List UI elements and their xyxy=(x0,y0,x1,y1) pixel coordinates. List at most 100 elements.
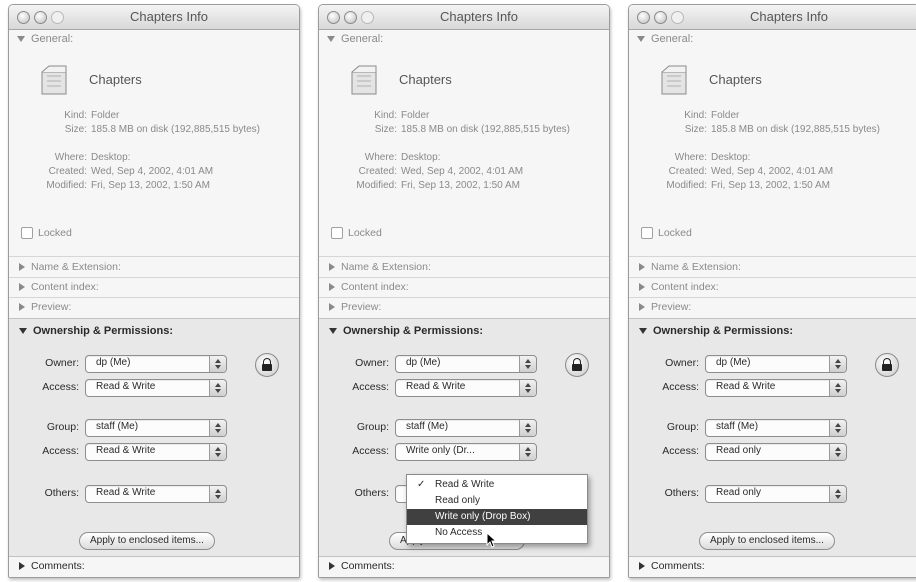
menu-item[interactable]: ✓ Read & Write xyxy=(407,477,587,493)
disclosure-right-icon[interactable] xyxy=(329,303,335,312)
locked-checkbox[interactable]: Locked xyxy=(331,227,382,240)
disclosure-right-icon[interactable] xyxy=(19,562,25,571)
others-label: Others: xyxy=(354,487,389,499)
popup-arrows-icon xyxy=(519,356,536,372)
locked-label: Locked xyxy=(348,227,382,239)
owner-label: Owner: xyxy=(355,357,389,369)
disclosure-down-icon[interactable] xyxy=(327,36,335,43)
group-access-popup[interactable]: Read & Write xyxy=(85,443,227,461)
title-bar[interactable]: Chapters Info xyxy=(9,5,299,30)
disclosure-right-icon[interactable] xyxy=(639,263,645,272)
owner-popup[interactable]: dp (Me) xyxy=(85,355,227,373)
permissions-disclosure[interactable]: Ownership & Permissions: xyxy=(19,325,173,337)
preview-disclosure[interactable]: Preview: xyxy=(639,301,691,313)
owner-access-label: Access: xyxy=(42,381,79,393)
lock-icon[interactable] xyxy=(565,353,589,377)
comments-disclosure[interactable]: Comments: xyxy=(9,556,299,577)
window-title: Chapters Info xyxy=(129,9,209,24)
disclosure-down-icon[interactable] xyxy=(17,36,25,43)
content-index-disclosure[interactable]: Content index: xyxy=(639,281,719,293)
disclosure-right-icon[interactable] xyxy=(329,263,335,272)
name-extension-disclosure[interactable]: Name & Extension: xyxy=(329,261,431,273)
apply-to-enclosed-button[interactable]: Apply to enclosed items... xyxy=(699,532,835,550)
title-bar[interactable]: Chapters Info xyxy=(319,5,609,30)
general-disclosure[interactable]: General: xyxy=(9,30,299,48)
general-header: General: xyxy=(341,33,384,45)
owner-access-popup[interactable]: Read & Write xyxy=(85,379,227,397)
group-popup[interactable]: staff (Me) xyxy=(705,419,847,437)
locked-checkbox[interactable]: Locked xyxy=(21,227,72,240)
disclosure-down-icon[interactable] xyxy=(637,36,645,43)
group-access-label: Access: xyxy=(42,445,79,457)
disclosure-right-icon[interactable] xyxy=(639,303,645,312)
checkbox-icon[interactable] xyxy=(331,227,343,240)
name-extension-disclosure[interactable]: Name & Extension: xyxy=(19,261,121,273)
disclosure-right-icon[interactable] xyxy=(329,283,335,292)
lock-icon[interactable] xyxy=(875,353,899,377)
disclosure-right-icon[interactable] xyxy=(19,263,25,272)
disclosure-down-icon[interactable] xyxy=(639,328,647,335)
popup-arrows-icon xyxy=(209,380,226,396)
disclosure-right-icon[interactable] xyxy=(19,283,25,292)
owner-access-popup[interactable]: Read & Write xyxy=(395,379,537,397)
owner-value: dp (Me) xyxy=(716,357,751,368)
kind-value: Folder xyxy=(91,110,120,121)
popup-arrows-icon xyxy=(209,486,226,502)
content-index-disclosure[interactable]: Content index: xyxy=(329,281,409,293)
disclosure-right-icon[interactable] xyxy=(639,283,645,292)
size-label: Size: xyxy=(64,124,87,135)
preview-disclosure[interactable]: Preview: xyxy=(329,301,381,313)
checkbox-icon[interactable] xyxy=(641,227,653,240)
group-popup[interactable]: staff (Me) xyxy=(85,419,227,437)
owner-popup[interactable]: dp (Me) xyxy=(395,355,537,373)
disclosure-down-icon[interactable] xyxy=(19,328,27,335)
owner-access-popup[interactable]: Read & Write xyxy=(705,379,847,397)
section-label: Content index: xyxy=(31,281,99,293)
checkbox-icon[interactable] xyxy=(21,227,33,240)
kind-label: Kind: xyxy=(64,110,87,121)
popup-arrows-icon xyxy=(209,444,226,460)
owner-access-value: Read & Write xyxy=(716,381,776,392)
created-label: Created: xyxy=(48,166,87,177)
size-label: Size: xyxy=(684,124,707,135)
disclosure-right-icon[interactable] xyxy=(639,562,645,571)
popup-arrows-icon xyxy=(519,380,536,396)
comments-disclosure[interactable]: Comments: xyxy=(629,556,916,577)
apply-to-enclosed-button[interactable]: Apply to enclosed items... xyxy=(79,532,215,550)
created-row: Created: Wed, Sep 4, 2002, 4:01 AM xyxy=(629,166,907,177)
disclosure-right-icon[interactable] xyxy=(329,562,335,571)
menu-item[interactable]: Read only xyxy=(407,493,587,509)
group-access-popup[interactable]: Read only xyxy=(705,443,847,461)
lock-icon[interactable] xyxy=(255,353,279,377)
info-window-3: Chapters Info General: Chapters Kind: Fol… xyxy=(628,4,916,578)
group-access-popup[interactable]: Write only (Dr... xyxy=(395,443,537,461)
kind-value: Folder xyxy=(401,110,430,121)
menu-item[interactable]: Write only (Drop Box) xyxy=(407,509,587,525)
modified-value: Fri, Sep 13, 2002, 1:50 AM xyxy=(711,180,830,191)
popup-arrows-icon xyxy=(829,420,846,436)
permissions-disclosure[interactable]: Ownership & Permissions: xyxy=(639,325,793,337)
others-popup[interactable]: Read only xyxy=(705,485,847,503)
kind-row: Kind: Folder xyxy=(9,110,287,121)
others-popup[interactable]: Read & Write xyxy=(85,485,227,503)
general-disclosure[interactable]: General: xyxy=(319,30,609,48)
group-popup[interactable]: staff (Me) xyxy=(395,419,537,437)
owner-popup[interactable]: dp (Me) xyxy=(705,355,847,373)
comments-label: Comments: xyxy=(341,560,395,572)
content-index-disclosure[interactable]: Content index: xyxy=(19,281,99,293)
permissions-disclosure[interactable]: Ownership & Permissions: xyxy=(329,325,483,337)
modified-row: Modified: Fri, Sep 13, 2002, 1:50 AM xyxy=(629,180,907,191)
preview-disclosure[interactable]: Preview: xyxy=(19,301,71,313)
title-bar[interactable]: Chapters Info xyxy=(629,5,916,30)
disclosure-down-icon[interactable] xyxy=(329,328,337,335)
kind-label: Kind: xyxy=(374,110,397,121)
modified-row: Modified: Fri, Sep 13, 2002, 1:50 AM xyxy=(9,180,287,191)
group-label: Group: xyxy=(356,421,389,433)
name-extension-disclosure[interactable]: Name & Extension: xyxy=(639,261,741,273)
group-value: staff (Me) xyxy=(406,421,449,432)
comments-disclosure[interactable]: Comments: xyxy=(319,556,609,577)
general-disclosure[interactable]: General: xyxy=(629,30,916,48)
where-label: Where: xyxy=(54,152,87,163)
locked-checkbox[interactable]: Locked xyxy=(641,227,692,240)
disclosure-right-icon[interactable] xyxy=(19,303,25,312)
